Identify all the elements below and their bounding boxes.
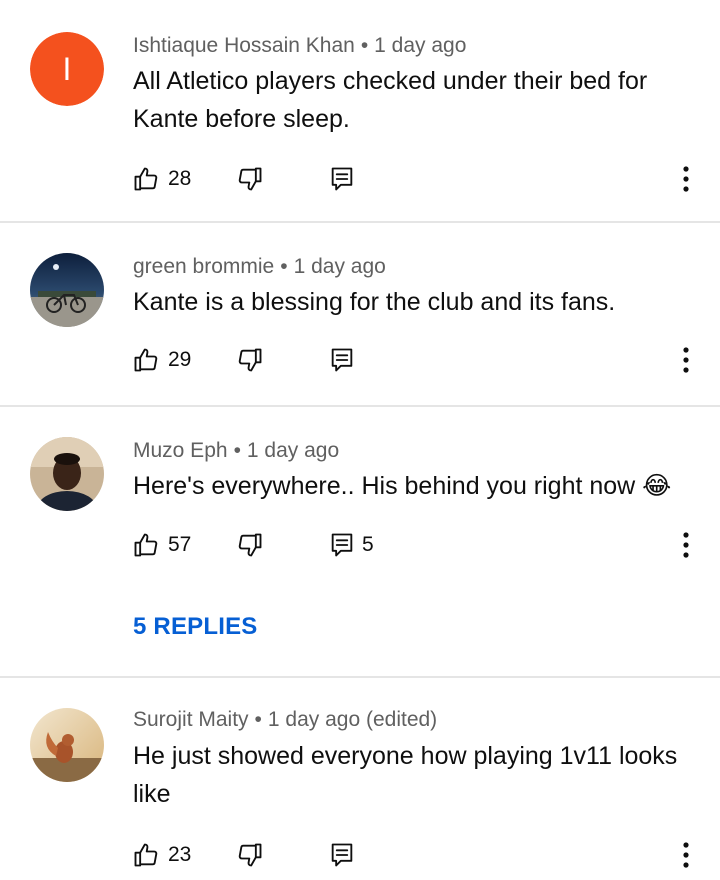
avatar[interactable]: [30, 437, 104, 511]
like-count: 57: [168, 533, 192, 556]
separator-dot: •: [233, 439, 241, 462]
thumbs-down-icon: [238, 843, 262, 867]
more-vertical-icon: [683, 842, 689, 868]
like-count: 23: [168, 843, 192, 866]
author-name[interactable]: Surojit Maity: [133, 708, 249, 731]
dislike-button[interactable]: [236, 528, 264, 562]
author-name[interactable]: Muzo Eph: [133, 439, 228, 462]
thumbs-down-icon: [238, 348, 262, 372]
reply-button[interactable]: [330, 343, 362, 377]
comment-text: He just showed everyone how playing 1v11…: [133, 742, 678, 808]
comment-actions: 29: [0, 343, 720, 377]
comment-reply-icon: [331, 167, 353, 191]
like-count: 28: [168, 167, 192, 190]
reply-button[interactable]: [330, 162, 362, 196]
timestamp[interactable]: 1 day ago: [294, 255, 386, 278]
more-vertical-icon: [683, 532, 689, 558]
comment-text: Here's everywhere.. His behind you right…: [133, 472, 672, 500]
comment-meta: Ishtiaque Hossain Khan • 1 day ago: [133, 34, 466, 58]
view-replies-link[interactable]: 5 REPLIES: [133, 613, 258, 641]
comment-text: Kante is a blessing for the club and its…: [133, 288, 616, 316]
thumbs-down-icon: [238, 167, 262, 191]
avatar[interactable]: I: [30, 32, 104, 106]
comment-reply-icon: [331, 843, 353, 867]
separator-dot: •: [280, 255, 288, 278]
reply-count: 5: [362, 533, 374, 556]
comment-reply-icon: [331, 348, 353, 372]
like-button[interactable]: 29: [132, 343, 191, 377]
comment-item: Muzo Eph • 1 day ago Here's everywhere.. H…: [0, 407, 720, 675]
like-button[interactable]: 57: [132, 528, 191, 562]
more-options-button[interactable]: [676, 162, 696, 196]
timestamp[interactable]: 1 day ago: [374, 34, 466, 57]
avatar-letter: I: [63, 51, 72, 87]
like-button[interactable]: 23: [132, 838, 191, 872]
comment-item: green brommie • 1 day ago Kante is a bless…: [0, 223, 720, 406]
dislike-button[interactable]: [236, 162, 264, 196]
comment-item: Surojit Maity • 1 day ago (edited) He just…: [0, 678, 720, 880]
comment-actions: 57 5: [0, 528, 720, 562]
comment-reply-icon: [331, 533, 353, 557]
dislike-button[interactable]: [236, 343, 264, 377]
comment-meta: Surojit Maity • 1 day ago (edited): [133, 708, 437, 732]
comment-meta: Muzo Eph • 1 day ago: [133, 439, 339, 463]
thumbs-up-icon: [134, 167, 158, 191]
more-options-button[interactable]: [676, 838, 696, 872]
reply-button[interactable]: [330, 838, 362, 872]
more-vertical-icon: [683, 166, 689, 192]
comment-meta: green brommie • 1 day ago: [133, 255, 386, 279]
thumbs-up-icon: [134, 843, 158, 867]
separator-dot: •: [254, 708, 262, 731]
author-name[interactable]: green brommie: [133, 255, 274, 278]
more-options-button[interactable]: [676, 343, 696, 377]
timestamp[interactable]: 1 day ago (edited): [268, 708, 437, 731]
thumbs-up-icon: [134, 533, 158, 557]
comment-text: All Atletico players checked under their…: [133, 67, 648, 133]
more-options-button[interactable]: [676, 528, 696, 562]
like-button[interactable]: 28: [132, 162, 191, 196]
comment-actions: 23: [0, 838, 720, 872]
reply-button[interactable]: 5: [330, 528, 374, 562]
separator-dot: •: [360, 34, 369, 57]
thumbs-up-icon: [134, 348, 158, 372]
comment-actions: 28: [0, 162, 720, 196]
timestamp[interactable]: 1 day ago: [247, 439, 339, 462]
like-count: 29: [168, 348, 192, 371]
comment-item: I Ishtiaque Hossain Khan • 1 day ago All A…: [0, 0, 720, 222]
avatar[interactable]: [30, 253, 104, 327]
dislike-button[interactable]: [236, 838, 264, 872]
thumbs-down-icon: [238, 533, 262, 557]
avatar[interactable]: [30, 708, 104, 782]
author-name[interactable]: Ishtiaque Hossain Khan: [133, 34, 355, 57]
more-vertical-icon: [683, 347, 689, 373]
